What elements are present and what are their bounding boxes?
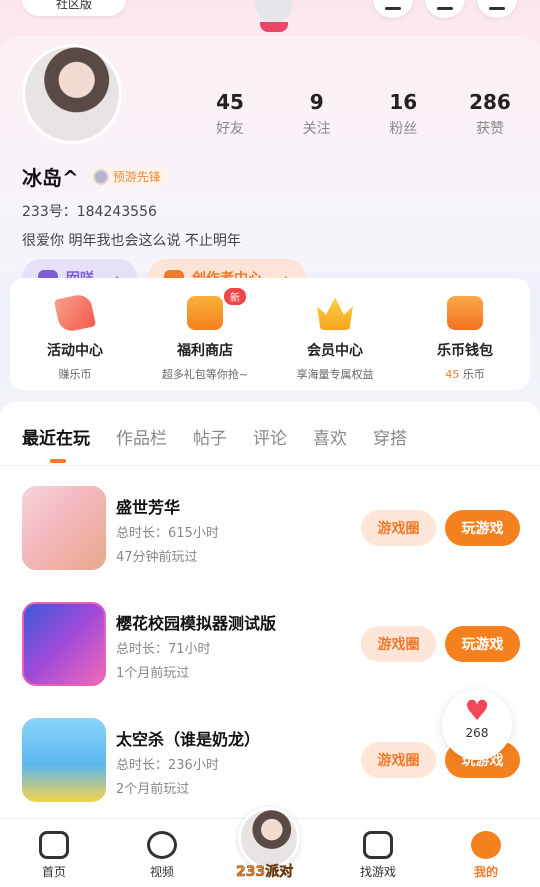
message-icon[interactable] — [373, 0, 413, 18]
user-id: 233号：184243556 — [22, 204, 157, 220]
profile-tabs: 最近在玩 作品栏 帖子 评论 喜欢 穿搭 — [0, 402, 540, 463]
profile-card: 45 好友 9 关注 16 粉丝 286 获赞 冰岛^ 预游先锋 233号：18… — [0, 36, 540, 297]
service-activity-center[interactable]: 活动中心 赚乐币 — [10, 278, 140, 390]
service-title: 活动中心 — [47, 343, 103, 359]
stat-likes-label: 获赞 — [475, 121, 504, 137]
tab-comments[interactable]: 评论 — [253, 424, 287, 449]
play-game-button[interactable]: 玩游戏 — [445, 510, 520, 546]
service-welfare-shop[interactable]: 新 福利商店 超多礼包等你抢~ — [140, 278, 270, 390]
badge-icon — [92, 168, 109, 185]
game-last-played: 2个月前玩过 — [116, 782, 190, 797]
gamepad-icon — [39, 831, 69, 859]
game-title: 樱花校园模拟器测试版 — [116, 614, 277, 633]
service-subtitle: 赚乐币 — [58, 368, 92, 381]
service-title: 会员中心 — [307, 343, 363, 359]
stat-fans[interactable]: 16 粉丝 — [368, 90, 438, 138]
game-icon — [22, 718, 106, 802]
game-last-played: 47分钟前玩过 — [116, 550, 198, 565]
game-circle-button[interactable]: 游戏圈 — [361, 626, 436, 662]
nav-mine-label: 我的 — [473, 865, 498, 879]
game-playtime: 总时长：615小时 — [116, 526, 219, 541]
top-bar: 社区版 — [0, 0, 540, 36]
stat-likes-count: 286 — [469, 90, 511, 114]
crown-icon — [317, 297, 353, 330]
stat-following[interactable]: 9 关注 — [282, 90, 352, 138]
game-playtime: 总时长：71小时 — [116, 642, 211, 657]
nav-video[interactable]: 视频 — [108, 819, 216, 887]
community-pill[interactable]: 社区版 — [22, 0, 126, 16]
service-vip-center[interactable]: 会员中心 享海量专属权益 — [270, 278, 400, 390]
stat-friends[interactable]: 45 好友 — [195, 90, 265, 138]
party-avatar — [238, 807, 300, 869]
service-title: 乐币钱包 — [437, 343, 493, 359]
floating-like-button[interactable]: ♥ 268 — [442, 690, 512, 760]
menu-icon[interactable] — [477, 0, 517, 18]
tab-works[interactable]: 作品栏 — [116, 424, 167, 449]
like-count: 268 — [465, 726, 489, 740]
nav-home-label: 首页 — [41, 865, 66, 879]
nav-find-game[interactable]: 找游戏 — [324, 819, 432, 887]
tab-outfits[interactable]: 穿搭 — [373, 424, 407, 449]
play-game-button[interactable]: 玩游戏 — [445, 626, 520, 662]
service-subtitle: 超多礼包等你抢~ — [161, 368, 249, 381]
nav-party[interactable]: 233派对 — [216, 807, 324, 887]
stat-fans-label: 粉丝 — [389, 121, 418, 137]
avatar[interactable] — [22, 44, 122, 144]
nav-home[interactable]: 首页 — [0, 819, 108, 887]
stat-friends-label: 好友 — [216, 121, 244, 137]
scan-icon[interactable] — [425, 0, 465, 18]
community-pill-label: 社区版 — [55, 0, 92, 11]
profile-stats: 45 好友 9 关注 16 粉丝 286 获赞 — [195, 90, 525, 138]
wallet-icon — [447, 296, 483, 330]
user-name: 冰岛^ — [22, 166, 79, 190]
user-bio: 很爱你 明年我也会这么说 不止明年 — [22, 233, 241, 249]
service-title: 福利商店 — [177, 343, 233, 359]
service-subtitle: 享海量专属权益 — [296, 368, 374, 381]
content-panel: 最近在玩 作品栏 帖子 评论 喜欢 穿搭 盛世芳华 总时长：615小时 47分钟… — [0, 402, 540, 822]
tab-posts[interactable]: 帖子 — [193, 424, 227, 449]
game-circle-button[interactable]: 游戏圈 — [361, 510, 436, 546]
nav-mine[interactable]: 我的 — [432, 819, 540, 887]
tabs-divider — [0, 465, 540, 466]
name-row: 冰岛^ 预游先锋 — [22, 162, 169, 191]
stat-fans-count: 16 — [389, 90, 418, 114]
heart-icon: ♥ — [464, 694, 490, 727]
nav-party-label: 233派对 — [236, 864, 294, 881]
stat-following-count: 9 — [309, 90, 324, 114]
bottom-nav: 首页 视频 233派对 找游戏 我的 — [0, 807, 540, 887]
game-title: 盛世芳华 — [116, 498, 181, 517]
tab-recently-played[interactable]: 最近在玩 — [22, 424, 90, 463]
stat-following-label: 关注 — [302, 121, 331, 137]
service-coin-wallet[interactable]: 乐币钱包 45 乐币 — [400, 278, 530, 390]
profile-icon — [471, 831, 501, 859]
nav-find-label: 找游戏 — [359, 865, 396, 879]
game-icon — [22, 602, 106, 686]
list-item[interactable]: 盛世芳华 总时长：615小时 47分钟前玩过 游戏圈 玩游戏 — [0, 486, 540, 602]
pioneer-badge[interactable]: 预游先锋 — [88, 166, 169, 187]
shop-icon — [187, 296, 223, 330]
coin-unit: 乐币 — [459, 368, 485, 381]
game-circle-button[interactable]: 游戏圈 — [361, 742, 436, 778]
game-title: 太空杀（谁是奶龙） — [116, 730, 261, 749]
stat-friends-count: 45 — [216, 90, 244, 114]
quick-services: 活动中心 赚乐币 新 福利商店 超多礼包等你抢~ 会员中心 享海量专属权益 乐币… — [10, 278, 530, 390]
game-playtime: 总时长：236小时 — [116, 758, 219, 773]
coin-balance: 45 — [445, 368, 460, 381]
party-icon — [53, 292, 97, 334]
play-icon — [147, 831, 177, 859]
stat-likes[interactable]: 286 获赞 — [455, 90, 525, 138]
nav-video-label: 视频 — [149, 865, 174, 879]
badge-label: 预游先锋 — [112, 170, 161, 184]
tab-likes[interactable]: 喜欢 — [313, 424, 347, 449]
game-last-played: 1个月前玩过 — [116, 666, 190, 681]
list-icon — [363, 831, 393, 859]
game-icon — [22, 486, 106, 570]
new-tag: 新 — [224, 288, 246, 305]
character-decoration — [248, 0, 300, 36]
service-subtitle: 45 乐币 — [400, 366, 530, 382]
